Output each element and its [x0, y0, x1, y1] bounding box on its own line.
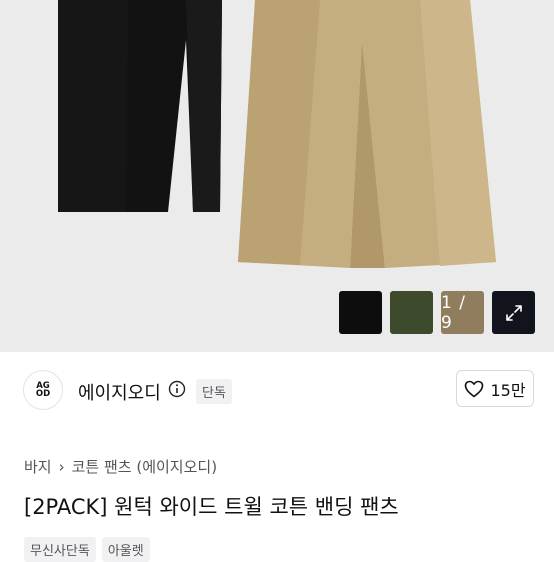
tag-musinsa-exclusive: 무신사단독 — [24, 537, 96, 562]
color-thumbnails: 1 / 9 — [339, 291, 535, 334]
product-image-gallery[interactable]: 1 / 9 — [0, 0, 554, 352]
thumbnail-beige[interactable]: 1 / 9 — [441, 291, 484, 334]
thumbnail-olive[interactable] — [390, 291, 433, 334]
breadcrumb: 바지 › 코튼 팬츠 (에이지오디) — [24, 456, 217, 477]
image-counter: 1 / 9 — [441, 291, 484, 334]
brand-name[interactable]: 에이지오디 — [78, 379, 161, 405]
breadcrumb-category[interactable]: 바지 — [24, 456, 52, 477]
brand-logo-text: AG OD — [35, 381, 51, 399]
tag-outlet: 아울렛 — [101, 537, 150, 562]
brand-logo[interactable]: AG OD — [23, 370, 63, 410]
like-button[interactable]: 15만 — [456, 370, 534, 407]
like-count: 15만 — [490, 380, 526, 400]
expand-icon — [505, 304, 522, 321]
breadcrumb-subcategory[interactable]: 코튼 팬츠 (에이지오디) — [72, 456, 217, 477]
info-icon[interactable] — [168, 380, 186, 398]
heart-icon — [465, 380, 484, 397]
product-tags: 무신사단독 아울렛 — [24, 537, 150, 562]
expand-button[interactable] — [492, 291, 535, 334]
brand-row: AG OD 에이지오디 단독 15만 — [0, 362, 554, 418]
exclusive-badge: 단독 — [196, 379, 232, 404]
product-title: [2PACK] 원턱 와이드 트윌 코튼 밴딩 팬츠 — [24, 495, 399, 519]
thumbnail-black[interactable] — [339, 291, 382, 334]
breadcrumb-separator: › — [58, 457, 65, 476]
